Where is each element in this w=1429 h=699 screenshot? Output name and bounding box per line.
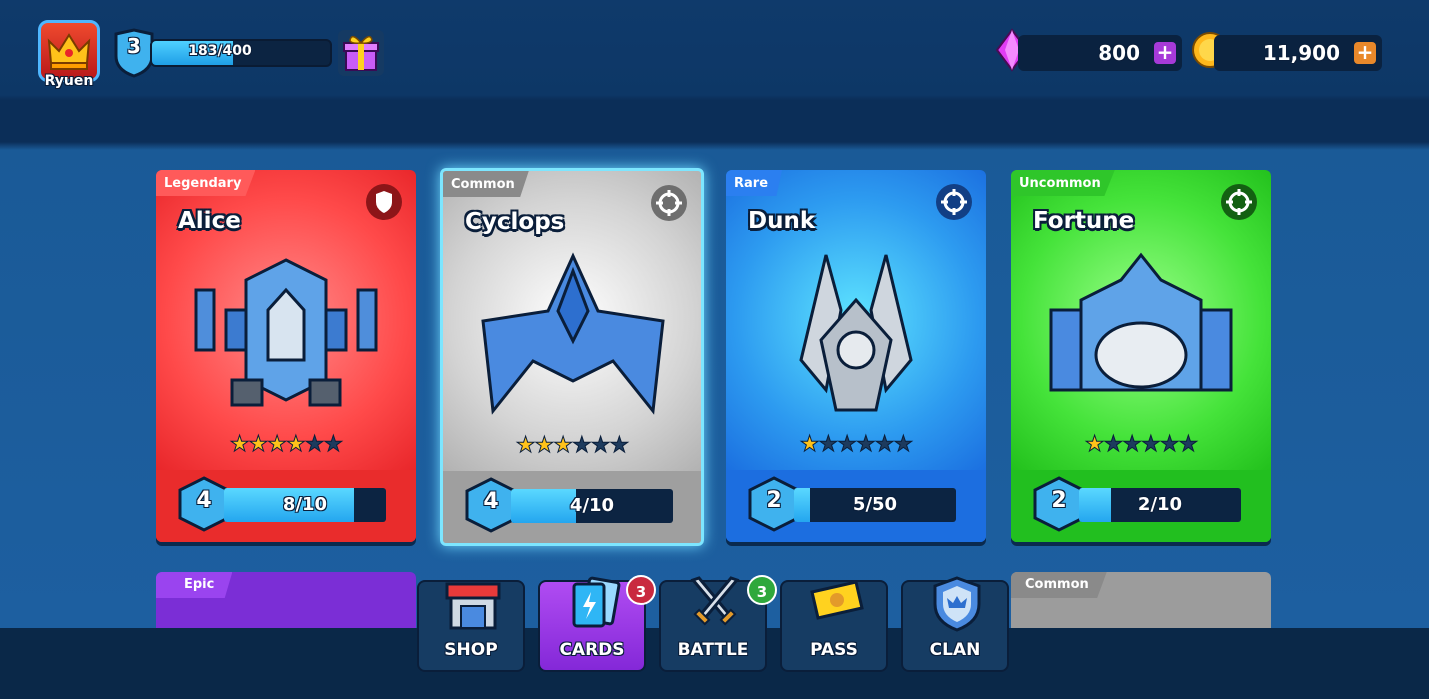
clan-shield-icon [933,576,981,632]
star-filled-icon: ★ [515,433,536,459]
star-empty-icon: ★ [590,433,611,459]
ship-card-alice[interactable]: Legendary Alice ★★★★★★ 4 8/10 [156,170,416,542]
star-empty-icon: ★ [609,433,630,459]
card-progress-text: 8/10 [282,494,328,515]
battle-notification-badge: 3 [747,575,777,605]
card-progress-text: 2/10 [1137,494,1183,515]
star-rating: ★★★★★★ [1011,432,1271,458]
add-gold-button[interactable]: + [1354,42,1376,64]
player-name: Ryuen [44,73,94,89]
nav-label: BATTLE [677,640,749,660]
card-level: 4 [483,489,499,514]
ship-name: Cyclops [465,209,565,235]
ship-card-cyclops[interactable]: Common Cyclops ★★★★★★ 4 4/10 [440,168,704,546]
nav-label: PASS [810,640,858,660]
crosshair-icon [1221,184,1257,220]
star-empty-icon: ★ [856,432,877,458]
card-level: 2 [766,488,782,513]
star-rating: ★★★★★★ [443,433,701,459]
card-level: 2 [1051,488,1067,513]
rarity-tag: Common [1011,572,1107,598]
star-filled-icon: ★ [799,432,820,458]
gift-icon [343,35,379,71]
gems-counter: 800 + [1018,35,1182,71]
star-filled-icon: ★ [1084,432,1105,458]
star-empty-icon: ★ [572,433,593,459]
crosshair-icon [936,184,972,220]
card-progress-text: 5/50 [852,494,898,515]
rarity-tag: Common [443,171,529,197]
ship-fortune-image [1049,252,1233,392]
ship-card-peek-common[interactable]: Common [1011,572,1271,632]
nav-pass-button[interactable]: PASS [780,580,888,672]
star-empty-icon: ★ [1178,432,1199,458]
star-empty-icon: ★ [304,432,325,458]
star-filled-icon: ★ [267,432,288,458]
cards-notification-badge: 3 [626,575,656,605]
add-gems-button[interactable]: + [1154,42,1176,64]
star-filled-icon: ★ [248,432,269,458]
gift-button[interactable] [338,30,384,76]
nav-label: CLAN [929,640,981,660]
ticket-icon [810,580,864,620]
ship-cyclops-image [481,252,665,415]
star-filled-icon: ★ [229,432,250,458]
rarity-tag: Uncommon [1011,170,1115,196]
shop-icon [445,582,501,630]
ship-alice-image [194,258,378,407]
star-filled-icon: ★ [534,433,555,459]
gems-value: 800 [1098,41,1140,65]
star-empty-icon: ★ [1159,432,1180,458]
star-filled-icon: ★ [553,433,574,459]
gold-counter: 11,900 + [1214,35,1382,71]
card-level: 4 [196,488,212,513]
cards-icon [572,576,621,628]
star-empty-icon: ★ [837,432,858,458]
rarity-tag: Epic [156,572,233,598]
nav-label: CARDS [559,640,625,660]
crown-icon [47,33,91,70]
rarity-tag: Legendary [156,170,256,196]
crosshair-icon [651,185,687,221]
shield-icon [366,184,402,220]
rarity-tag: Rare [726,170,783,196]
nav-shop-button[interactable]: SHOP [417,580,525,672]
ship-card-dunk[interactable]: Rare Dunk ★★★★★★ 2 5/50 [726,170,986,542]
star-rating: ★★★★★★ [726,432,986,458]
xp-text: 183/400 [188,43,252,59]
gold-value: 11,900 [1262,41,1340,65]
nav-clan-button[interactable]: CLAN [901,576,1009,672]
crossed-swords-icon [690,576,740,626]
star-empty-icon: ★ [323,432,344,458]
ship-name: Alice [178,208,241,234]
star-empty-icon: ★ [818,432,839,458]
ship-name: Fortune [1033,208,1135,234]
star-rating: ★★★★★★ [156,432,416,458]
ship-card-fortune[interactable]: Uncommon Fortune ★★★★★★ 2 2/10 [1011,170,1271,542]
star-filled-icon: ★ [286,432,307,458]
star-empty-icon: ★ [1122,432,1143,458]
star-empty-icon: ★ [1103,432,1124,458]
star-empty-icon: ★ [1141,432,1162,458]
ship-dunk-image [799,254,913,412]
card-progress-text: 4/10 [569,495,615,516]
star-empty-icon: ★ [893,432,914,458]
ship-name: Dunk [748,208,816,234]
ship-card-peek-epic[interactable]: Epic [156,572,416,632]
nav-label: SHOP [444,640,498,660]
star-empty-icon: ★ [874,432,895,458]
